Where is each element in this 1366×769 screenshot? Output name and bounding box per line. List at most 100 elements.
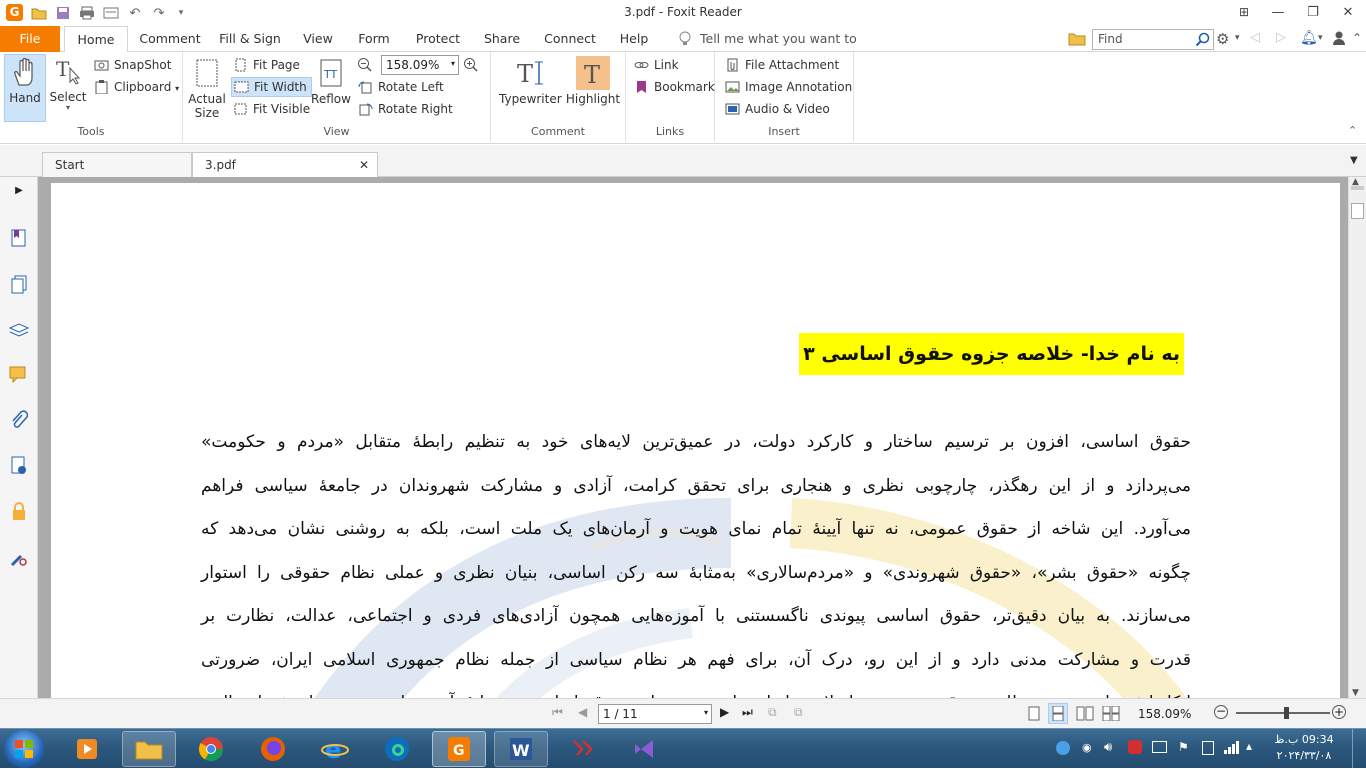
file-attachment-button[interactable]: File Attachment	[725, 55, 839, 75]
previous-page-icon[interactable]: ◀	[578, 705, 587, 719]
rotate-left-button[interactable]: Rotate Left	[358, 77, 444, 97]
rotate-right-button[interactable]: Rotate Right	[358, 99, 453, 119]
bookmarks-panel-icon[interactable]	[8, 227, 30, 249]
fit-width-button[interactable]: Fit Width	[231, 77, 312, 97]
show-desktop-button[interactable]	[1352, 729, 1366, 769]
signal-icon[interactable]	[1224, 740, 1240, 757]
layout-icon[interactable]: ⊞	[1227, 0, 1261, 24]
tray-icon-language[interactable]: ◉	[1082, 741, 1092, 754]
tray-icon-flag[interactable]: ⚑	[1178, 740, 1189, 754]
zoom-in-icon[interactable]	[463, 57, 479, 76]
scroll-thumb[interactable]	[1351, 203, 1364, 219]
fit-page-button[interactable]: Fit Page	[233, 55, 300, 75]
clock-time[interactable]: 09:34 ب.ظ	[1268, 733, 1340, 746]
zoom-select[interactable]: 158.09% ▾	[381, 55, 459, 75]
split-handle[interactable]	[1351, 186, 1364, 190]
close-tab-icon[interactable]: ✕	[359, 153, 369, 177]
bell-dropdown-icon[interactable]: ▾	[1318, 33, 1323, 43]
audio-video-button[interactable]: Audio & Video	[725, 99, 830, 119]
tab-list-dropdown-icon[interactable]: ▼	[1350, 155, 1358, 166]
layers-panel-icon[interactable]	[8, 319, 30, 341]
word-taskbar[interactable]: W	[494, 731, 548, 767]
restore-button[interactable]: ❐	[1296, 0, 1330, 24]
start-button[interactable]	[4, 730, 44, 768]
facing-page-icon[interactable]	[1076, 706, 1094, 724]
scroll-down-icon[interactable]: ▼	[1352, 688, 1359, 698]
comments-panel-icon[interactable]	[8, 364, 30, 386]
tray-icon-monitor[interactable]	[1152, 741, 1167, 753]
close-button[interactable]: ✕	[1331, 0, 1365, 24]
pages-panel-icon[interactable]	[8, 274, 30, 296]
back-icon[interactable]: ◁	[1250, 30, 1260, 45]
snapshot-button[interactable]: SnapShot	[94, 55, 171, 75]
find-field[interactable]: Find	[1092, 29, 1214, 50]
forward-icon[interactable]: ▷	[1276, 30, 1286, 45]
page-number-field[interactable]: 1 / 11 ▾	[598, 704, 712, 724]
tab-home[interactable]: Home	[64, 26, 128, 53]
zoom-out-icon[interactable]	[357, 57, 373, 76]
single-page-icon[interactable]	[1028, 706, 1040, 724]
image-annotation-button[interactable]: Image Annotation	[725, 77, 852, 97]
clipboard-button[interactable]: Clipboard ▾	[94, 77, 179, 97]
zoom-slider-thumb[interactable]	[1284, 707, 1289, 719]
internet-explorer-taskbar[interactable]: e	[308, 731, 362, 767]
highlight-button[interactable]: T Highlight	[565, 56, 621, 106]
next-view-icon[interactable]: ⧉	[794, 705, 803, 720]
document-viewport[interactable]: به نام خدا- خلاصه جزوه حقوق اساسی ۳ حقوق…	[38, 177, 1348, 698]
tab-file[interactable]: File	[0, 26, 60, 52]
zoom-in-button[interactable]: +	[1332, 705, 1346, 719]
fit-visible-button[interactable]: Fit Visible	[233, 99, 310, 119]
user-icon[interactable]	[1332, 30, 1346, 46]
link-button[interactable]: Link	[634, 55, 679, 75]
ribbon-collapse-icon[interactable]: ⌃	[1348, 124, 1357, 137]
collapse-ribbon-icon[interactable]: ⌃	[1352, 31, 1362, 45]
attachments-panel-icon[interactable]	[8, 409, 30, 431]
tab-comment[interactable]: Comment	[138, 26, 202, 52]
speaker-icon[interactable]: 🔊︎	[1104, 740, 1112, 755]
clock-date[interactable]: ۲۰۲۴/۳۳/۰۸	[1268, 749, 1340, 762]
tab-connect[interactable]: Connect	[540, 26, 600, 52]
last-page-icon[interactable]: ⏭	[742, 705, 753, 720]
visual-studio-taskbar[interactable]	[618, 731, 672, 767]
folder-search-icon[interactable]	[1068, 31, 1086, 47]
pdf-page[interactable]: به نام خدا- خلاصه جزوه حقوق اساسی ۳ حقوق…	[51, 183, 1340, 698]
tab-protect[interactable]: Protect	[410, 26, 466, 52]
previous-view-icon[interactable]: ⧉	[768, 705, 777, 720]
reflow-button[interactable]: TT Reflow	[311, 56, 351, 106]
zoom-out-button[interactable]: −	[1214, 705, 1228, 719]
tab-help[interactable]: Help	[614, 26, 654, 52]
app-red-taskbar[interactable]	[556, 731, 610, 767]
chrome-taskbar[interactable]	[184, 731, 238, 767]
tab-form[interactable]: Form	[354, 26, 394, 52]
tab-start[interactable]: Start	[42, 152, 192, 177]
expand-panel-icon[interactable]: ▶	[8, 179, 30, 201]
tab-view[interactable]: View	[298, 26, 338, 52]
first-page-icon[interactable]: ⏮	[552, 705, 563, 720]
settings-icon[interactable]: ⚙	[1216, 30, 1229, 48]
settings-dropdown-icon[interactable]: ▾	[1235, 33, 1240, 43]
tray-icon-battery[interactable]	[1202, 741, 1214, 755]
typewriter-button[interactable]: T Typewriter	[499, 56, 562, 106]
continuous-facing-icon[interactable]	[1102, 705, 1120, 724]
tab-3pdf[interactable]: 3.pdf ✕	[192, 152, 378, 177]
file-explorer-taskbar[interactable]	[122, 731, 176, 767]
media-player-taskbar[interactable]	[60, 731, 114, 767]
search-icon[interactable]	[1195, 32, 1210, 47]
vertical-scrollbar[interactable]: ▲ ▼	[1348, 177, 1366, 698]
next-page-icon[interactable]: ▶	[720, 705, 729, 719]
select-tool-button[interactable]: T Select ▾	[48, 54, 88, 122]
edge-taskbar[interactable]	[370, 731, 424, 767]
hand-tool-button[interactable]: Hand	[4, 54, 46, 122]
continuous-page-icon[interactable]	[1048, 703, 1068, 724]
bookmark-button[interactable]: Bookmark	[634, 77, 715, 97]
tab-fill-sign[interactable]: Fill & Sign	[216, 26, 284, 52]
tell-me-input[interactable]: Tell me what you want to do..	[700, 26, 880, 72]
firefox-taskbar[interactable]	[246, 731, 300, 767]
signatures-panel-icon[interactable]	[8, 455, 30, 477]
security-panel-icon[interactable]	[8, 500, 30, 522]
actual-size-button[interactable]: Actual Size	[187, 56, 227, 120]
notification-bell-icon[interactable]: 🔔︎	[1300, 30, 1318, 46]
minimize-button[interactable]: —	[1261, 0, 1295, 24]
content-panel-icon[interactable]	[8, 547, 30, 569]
tray-icon-network-globe[interactable]	[1056, 741, 1070, 755]
